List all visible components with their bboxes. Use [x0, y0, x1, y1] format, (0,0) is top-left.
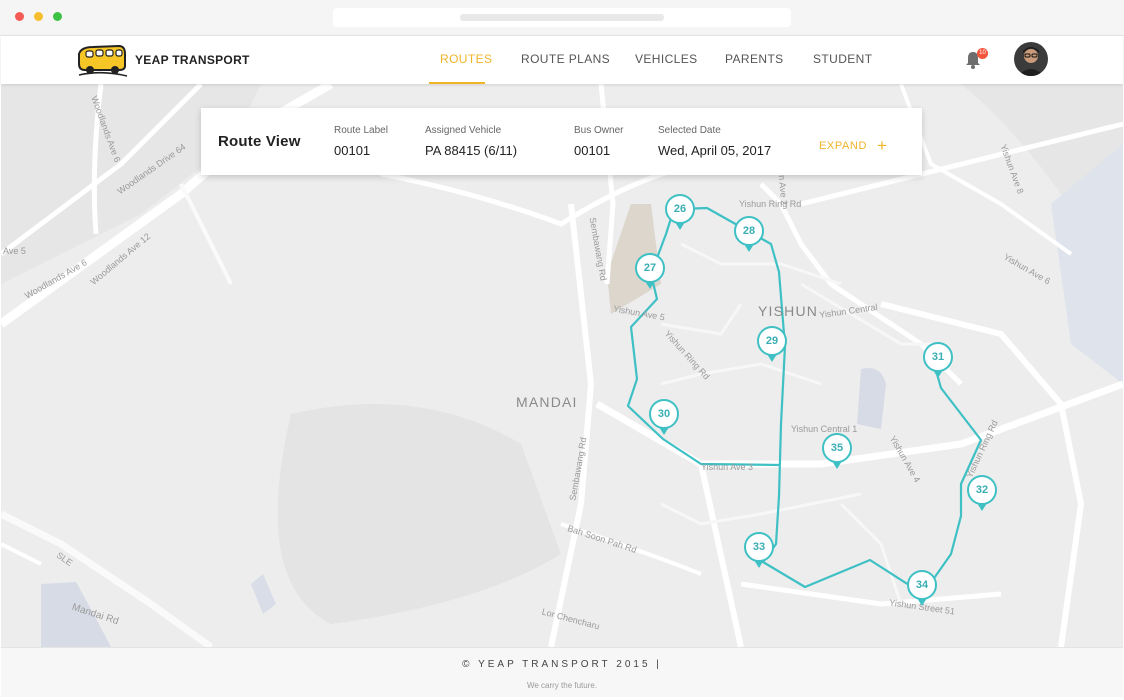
nav-route-plans[interactable]: ROUTE PLANS [521, 52, 610, 66]
nav-active-indicator [429, 82, 485, 84]
stop-number: 32 [967, 475, 997, 505]
nav-vehicles[interactable]: VEHICLES [635, 52, 698, 66]
avatar[interactable] [1014, 42, 1048, 76]
window-close-button[interactable] [15, 12, 24, 21]
brand-name: YEAP TRANSPORT [135, 53, 250, 67]
route-stop-marker[interactable]: 35 [822, 433, 852, 471]
route-label-caption: Route Label [334, 125, 388, 136]
marker-pin-tip [767, 354, 777, 362]
stop-number: 30 [649, 399, 679, 429]
map-label-mandai: MANDAI [516, 394, 578, 410]
address-bar-placeholder [460, 14, 664, 21]
app-header: YEAP TRANSPORT ROUTES ROUTE PLANS VEHICL… [1, 36, 1123, 84]
stop-number: 27 [635, 253, 665, 283]
notification-badge: 10 [977, 48, 988, 59]
stop-number: 28 [734, 216, 764, 246]
route-stop-marker[interactable]: 27 [635, 253, 665, 291]
marker-pin-tip [917, 598, 927, 606]
route-view-title: Route View [218, 133, 301, 150]
marker-pin-tip [675, 222, 685, 230]
route-stop-marker[interactable]: 34 [907, 570, 937, 608]
footer-copyright: © YEAP TRANSPORT 2015 | [462, 659, 662, 670]
nav-student[interactable]: STUDENT [813, 52, 872, 66]
stop-number: 29 [757, 326, 787, 356]
stop-number: 33 [744, 532, 774, 562]
route-stop-marker[interactable]: 32 [967, 475, 997, 513]
route-label-field: Route Label 00101 [334, 125, 388, 158]
map-label-yishun-ave-3: Yishun Ave 3 [701, 462, 754, 472]
marker-pin-tip [659, 427, 669, 435]
marker-pin-tip [645, 281, 655, 289]
map-label-yishun: YISHUN [758, 303, 819, 319]
route-label-value: 00101 [334, 143, 371, 158]
route-stop-marker[interactable]: 29 [757, 326, 787, 364]
marker-pin-tip [744, 244, 754, 252]
stop-number: 31 [923, 342, 953, 372]
route-stop-marker[interactable]: 33 [744, 532, 774, 570]
marker-pin-tip [754, 560, 764, 568]
address-bar[interactable] [333, 8, 791, 27]
route-stop-marker[interactable]: 26 [665, 194, 695, 232]
map-label-yishun-ring-rd-2: Yishun Ring Rd [739, 199, 802, 209]
bus-owner-caption: Bus Owner [574, 125, 624, 136]
window-minimize-button[interactable] [34, 12, 43, 21]
route-view-card: Route View Route Label 00101 Assigned Ve… [201, 108, 922, 175]
window-maximize-button[interactable] [53, 12, 62, 21]
selected-date-caption: Selected Date [658, 125, 721, 136]
avatar-image [1014, 42, 1048, 76]
selected-date-value: Wed, April 05, 2017 [658, 143, 772, 158]
route-stop-marker[interactable]: 28 [734, 216, 764, 254]
route-stop-marker[interactable]: 30 [649, 399, 679, 437]
assigned-vehicle-field: Assigned Vehicle PA 88415 (6/11) [425, 125, 517, 158]
footer-tagline: We carry the future. [526, 681, 598, 690]
expand-button[interactable]: EXPAND + [819, 134, 888, 155]
browser-chrome [0, 0, 1124, 36]
bus-owner-field: Bus Owner 00101 [574, 125, 623, 158]
plus-icon: + [877, 136, 888, 155]
selected-date-field: Selected Date Wed, April 05, 2017 [658, 125, 771, 158]
nav-routes[interactable]: ROUTES [440, 52, 492, 66]
bus-logo-icon [78, 44, 128, 77]
stop-number: 26 [665, 194, 695, 224]
stop-number: 35 [822, 433, 852, 463]
assigned-vehicle-caption: Assigned Vehicle [425, 125, 502, 136]
marker-pin-tip [832, 461, 842, 469]
route-stop-marker[interactable]: 31 [923, 342, 953, 380]
stop-number: 34 [907, 570, 937, 600]
assigned-vehicle-value: PA 88415 (6/11) [425, 143, 518, 158]
bus-owner-value: 00101 [574, 143, 611, 158]
nav-parents[interactable]: PARENTS [725, 52, 784, 66]
marker-pin-tip [977, 503, 987, 511]
page-footer: © YEAP TRANSPORT 2015 | We carry the fut… [1, 647, 1123, 697]
marker-pin-tip [933, 370, 943, 378]
map-label-ave-5: Ave 5 [3, 246, 26, 256]
expand-label: EXPAND [819, 140, 868, 152]
